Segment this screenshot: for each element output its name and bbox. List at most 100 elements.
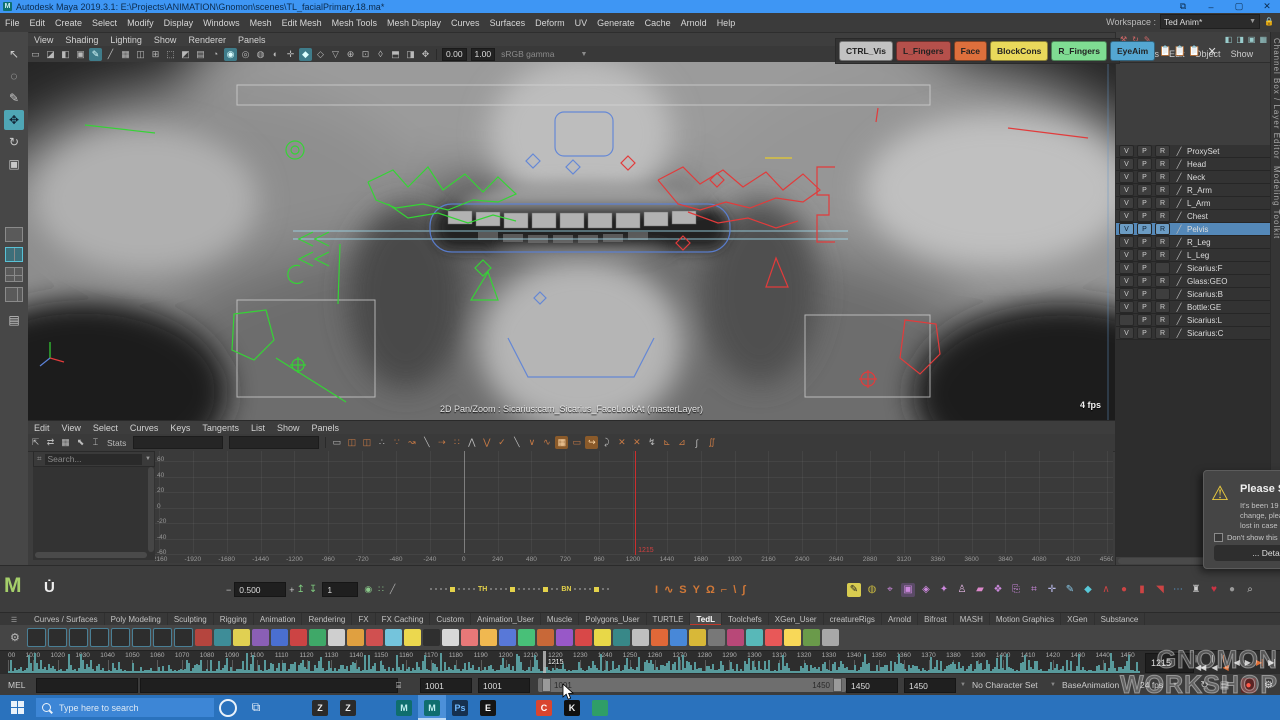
layer-playback-toggle[interactable]: P xyxy=(1137,327,1152,339)
clipboard-icon[interactable]: 📋 xyxy=(1188,46,1200,57)
taskbar-app-icon[interactable] xyxy=(278,695,306,720)
taskbar-app-icon[interactable]: E xyxy=(474,695,502,720)
layer-playback-toggle[interactable]: P xyxy=(1137,145,1152,157)
speed-plus-button[interactable]: + xyxy=(289,585,294,595)
layer-reference-toggle[interactable]: R xyxy=(1155,145,1170,157)
animbot-tool-icon[interactable]: ♥ xyxy=(1207,583,1221,597)
menu-item[interactable]: Create xyxy=(50,18,87,28)
graph-menu-item[interactable]: Curves xyxy=(124,423,165,433)
menu-item[interactable]: Cache xyxy=(640,18,676,28)
picker-button[interactable]: R_Fingers xyxy=(1051,41,1107,61)
mel-result-field[interactable] xyxy=(140,678,398,693)
layer-reference-toggle[interactable]: R xyxy=(1155,171,1170,183)
layer-row[interactable]: V P ╱ Sicarius:F xyxy=(1116,262,1271,275)
window-layout-icon[interactable]: ⧉ xyxy=(1170,0,1196,13)
animbot-tool-icon[interactable]: ✦ xyxy=(937,583,951,597)
shelf-button[interactable] xyxy=(174,628,193,647)
shelf-button[interactable] xyxy=(575,629,592,646)
exposure-field[interactable]: 0.00 xyxy=(442,48,467,61)
graph-menu-item[interactable]: Keys xyxy=(164,423,196,433)
layer-reference-toggle[interactable]: R xyxy=(1155,249,1170,261)
animbot-tool-icon[interactable]: ∧ xyxy=(1099,583,1113,597)
viewport-tool-icon[interactable]: ◪ xyxy=(44,48,57,61)
frame-step-field[interactable]: 1 xyxy=(322,582,358,597)
viewport-tool-icon[interactable]: ⊡ xyxy=(359,48,372,61)
range-handle-left[interactable] xyxy=(542,678,551,692)
menu-item[interactable]: Deform xyxy=(530,18,570,28)
playback-button[interactable]: ◀ xyxy=(1231,654,1242,672)
viewport-tool-icon[interactable]: ▦ xyxy=(119,48,132,61)
anim-start-field[interactable]: 1001 xyxy=(420,678,472,693)
shelf-button[interactable] xyxy=(461,629,478,646)
graph-tangent-icon[interactable]: ╲ xyxy=(510,436,523,449)
layer-visibility-toggle[interactable]: V xyxy=(1119,184,1134,196)
clipboard-icon[interactable]: 📋 xyxy=(1174,46,1186,57)
panel-menu-item[interactable]: Panels xyxy=(232,35,272,45)
grid-icon[interactable]: ∷ xyxy=(378,584,384,595)
tangent-type-button[interactable]: I xyxy=(655,584,658,596)
tool-button[interactable]: ▣ xyxy=(4,154,24,174)
layer-row[interactable]: V P R ╱ Head xyxy=(1116,158,1271,171)
layout-outliner-persp-button[interactable] xyxy=(5,287,23,302)
viewport-tool-icon[interactable]: ✛ xyxy=(284,48,297,61)
layer-playback-toggle[interactable]: P xyxy=(1137,314,1152,326)
nudge-up-icon[interactable]: ↥ xyxy=(297,584,305,595)
shelf-button[interactable] xyxy=(803,629,820,646)
checkbox-icon[interactable] xyxy=(1214,533,1223,542)
gear-icon[interactable]: ⚙ xyxy=(10,631,20,644)
menu-item[interactable]: Modify xyxy=(122,18,159,28)
shelf-button[interactable] xyxy=(153,628,172,647)
graph-tangent-icon[interactable]: ∫ xyxy=(690,436,703,449)
layer-visibility-toggle[interactable]: V xyxy=(1119,171,1134,183)
viewport-tool-icon[interactable]: ⊕ xyxy=(344,48,357,61)
menu-item[interactable]: File xyxy=(0,18,25,28)
tangent-type-button[interactable]: ⌐ xyxy=(721,584,727,596)
graph-tangent-icon[interactable]: ✓ xyxy=(495,436,508,449)
animbot-tool-icon[interactable]: ⌖ xyxy=(883,583,897,597)
menu-item[interactable]: Mesh Display xyxy=(382,18,446,28)
current-frame-field[interactable]: 1215 xyxy=(1145,653,1194,673)
layer-row[interactable]: V P R ╱ R_Arm xyxy=(1116,184,1271,197)
menu-item[interactable]: Display xyxy=(159,18,199,28)
taskbar-app-icon[interactable]: M xyxy=(390,695,418,720)
shelf-button[interactable] xyxy=(613,629,630,646)
layer-visibility-toggle[interactable]: V xyxy=(1119,249,1134,261)
range-slider[interactable]: 1001 1450 xyxy=(538,678,846,692)
shelf-button[interactable] xyxy=(328,629,345,646)
chevron-down-icon[interactable]: ▼ xyxy=(145,456,151,462)
animbot-tool-icon[interactable]: ⎘ xyxy=(1009,583,1023,597)
shelf-button[interactable] xyxy=(765,629,782,646)
layer-playback-toggle[interactable]: P xyxy=(1137,197,1152,209)
shelf-button[interactable] xyxy=(132,628,151,647)
menu-item[interactable]: Curves xyxy=(446,18,485,28)
layer-visibility-toggle[interactable] xyxy=(1119,314,1134,326)
shelf-button[interactable] xyxy=(309,629,326,646)
tangent-type-button[interactable]: Ω xyxy=(706,584,715,596)
shelf-button[interactable] xyxy=(233,629,250,646)
layer-row[interactable]: V P R ╱ R_Leg xyxy=(1116,236,1271,249)
shelf-button[interactable] xyxy=(366,629,383,646)
picker-button[interactable]: EyeAim xyxy=(1110,41,1155,61)
mel-label[interactable]: MEL xyxy=(8,678,25,692)
timeline-playhead[interactable] xyxy=(543,651,546,674)
tool-button[interactable]: ◌ xyxy=(4,66,24,86)
workspace-dropdown[interactable]: Ted Anim* ▼ xyxy=(1160,14,1260,29)
shelf-button[interactable] xyxy=(499,629,516,646)
layer-row[interactable]: P R ╱ Sicarius:L xyxy=(1116,314,1271,327)
shelf-button[interactable] xyxy=(27,628,46,647)
shelf-menu-icon[interactable]: ☰ xyxy=(11,616,17,624)
layer-row[interactable]: V P ╱ Sicarius:B xyxy=(1116,288,1271,301)
layer-visibility-toggle[interactable]: V xyxy=(1119,210,1134,222)
animation-preferences-icon[interactable]: ⚙ xyxy=(1261,678,1276,693)
playback-start-field[interactable]: 1001 xyxy=(478,678,530,693)
layer-playback-toggle[interactable]: P xyxy=(1137,301,1152,313)
shelf-button[interactable] xyxy=(347,629,364,646)
graph-tangent-icon[interactable]: ▦ xyxy=(555,436,568,449)
taskbar-app-icon[interactable]: Z xyxy=(306,695,334,720)
panel-menu-item[interactable]: View xyxy=(28,35,59,45)
layer-playback-toggle[interactable]: P xyxy=(1137,223,1152,235)
viewport-tool-icon[interactable]: ⬒ xyxy=(389,48,402,61)
loop-icon[interactable]: ↻ xyxy=(1197,678,1212,693)
menu-item[interactable]: Generate xyxy=(592,18,640,28)
layout-four-pane-button[interactable] xyxy=(5,267,23,282)
